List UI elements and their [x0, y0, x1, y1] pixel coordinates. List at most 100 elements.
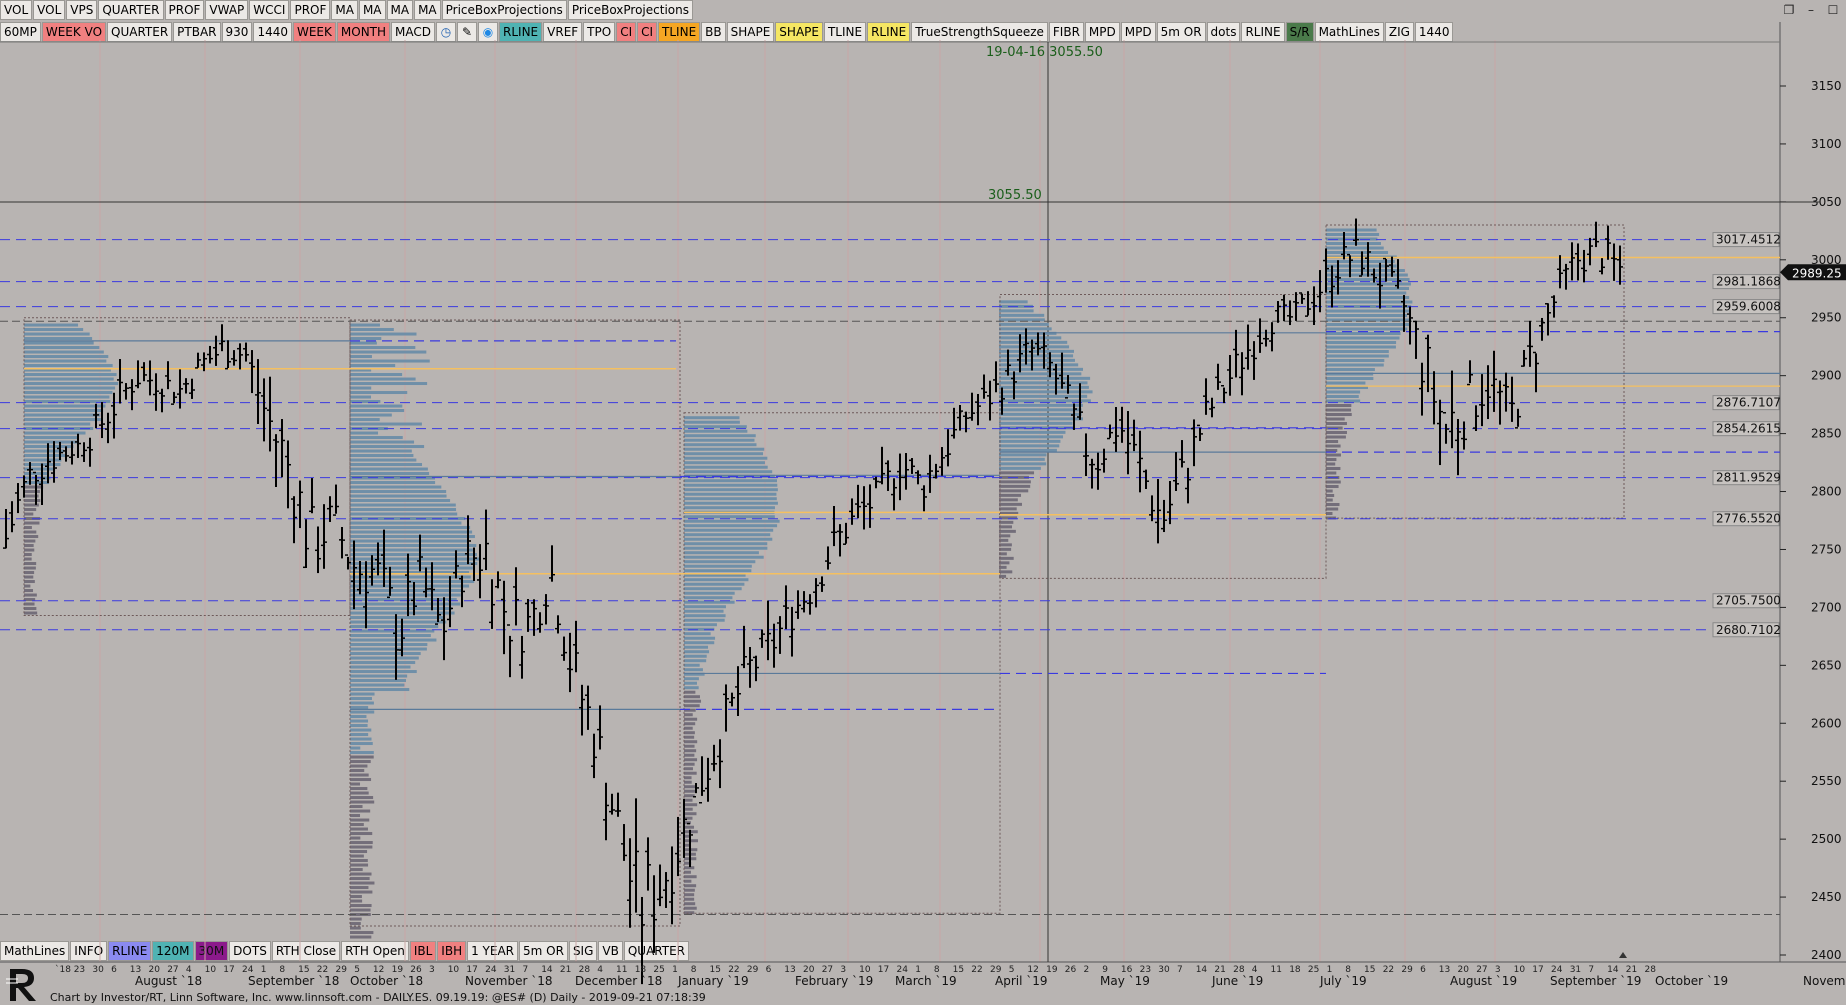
profile-bar — [350, 472, 429, 475]
profile-bar — [350, 652, 421, 655]
profile-bar — [684, 722, 695, 725]
profile-bar — [24, 333, 90, 336]
profile-bar — [350, 508, 456, 511]
ohlc-bar — [975, 394, 981, 425]
day-tick-label: 6 — [111, 965, 117, 975]
ohlc-bar — [297, 481, 303, 528]
profile-bar — [684, 430, 747, 433]
profile-bar — [684, 538, 772, 541]
profile-bar — [684, 812, 696, 815]
price-tick-label: 2450 — [1811, 890, 1842, 904]
profile-bar — [1326, 242, 1381, 245]
ohlc-bar — [1419, 363, 1425, 416]
profile-bar — [999, 561, 1009, 564]
profile-bar — [350, 877, 370, 880]
ohlc-bar — [153, 373, 159, 411]
ohlc-bar — [561, 637, 567, 661]
profile-bar — [684, 502, 778, 505]
price-tick-label: 2500 — [1811, 832, 1842, 846]
ohlc-bar — [303, 519, 309, 568]
profile-bar — [350, 706, 368, 709]
ohlc-bar — [957, 405, 963, 431]
profile-bar — [350, 351, 426, 354]
profile-bar — [684, 515, 775, 518]
ohlc-bar — [519, 636, 525, 679]
level-label: 2981.1868 — [1716, 275, 1781, 289]
profile-bar — [684, 556, 764, 559]
day-tick-label: 29 — [1401, 965, 1413, 975]
profile-bar — [684, 470, 772, 473]
profile-bar — [1326, 440, 1338, 443]
ohlc-bar — [1431, 371, 1437, 424]
level-label: 2776.5520 — [1716, 512, 1781, 526]
month-label: September `19 — [1550, 974, 1641, 988]
investor-rt-logo — [4, 965, 46, 1003]
profile-bar — [1326, 454, 1341, 457]
profile-bar — [24, 328, 83, 331]
profile-bar — [999, 381, 1088, 384]
profile-bar — [999, 422, 1072, 425]
profile-bar — [684, 637, 715, 640]
cursor-date-label: 19-04-16 3055.50 — [986, 45, 1103, 60]
ohlc-bar — [207, 346, 213, 364]
profile-bar — [350, 625, 438, 628]
volume-profile-q3-2018 — [24, 324, 118, 615]
profile-bar — [350, 418, 380, 421]
ohlc-bar — [1503, 373, 1509, 412]
profile-bar — [1326, 296, 1409, 299]
ohlc-bar — [117, 359, 123, 403]
profile-bar — [1326, 328, 1407, 331]
profile-bar — [1326, 337, 1400, 340]
ohlc-bar — [729, 693, 735, 707]
profile-bar — [684, 893, 694, 896]
profile-bar — [1326, 490, 1333, 493]
profile-bar — [684, 767, 693, 770]
ohlc-bar — [1413, 321, 1419, 359]
price-chart[interactable]: 3150310030503000295029002850280027502700… — [0, 0, 1846, 1005]
ohlc-bar — [141, 362, 147, 381]
profile-bar — [684, 718, 697, 721]
profile-bar — [24, 454, 65, 457]
profile-bar — [684, 529, 773, 532]
profile-bar — [350, 931, 373, 934]
ohlc-bar — [3, 509, 9, 548]
ohlc-bar — [1095, 453, 1101, 490]
ohlc-bar — [159, 389, 165, 413]
ohlc-bar — [927, 455, 933, 493]
ohlc-bar — [579, 685, 585, 736]
profile-bar — [684, 880, 691, 883]
profile-bar — [24, 337, 92, 340]
profile-bar — [350, 409, 404, 412]
ohlc-bar — [903, 453, 909, 490]
profile-bar — [350, 364, 395, 367]
profile-bar — [350, 805, 363, 808]
profile-bar — [350, 576, 471, 579]
profile-bar — [350, 396, 371, 399]
ohlc-bar — [717, 739, 723, 788]
profile-bar — [24, 549, 34, 552]
ohlc-bar — [753, 656, 759, 681]
profile-bar — [350, 580, 474, 583]
profile-bar — [684, 677, 699, 680]
profile-bar — [1326, 422, 1347, 425]
ohlc-bar — [1215, 364, 1221, 390]
profile-bar — [350, 774, 369, 777]
month-label: December `18 — [575, 974, 662, 988]
month-label: October `18 — [350, 974, 423, 988]
ohlc-bar — [261, 378, 267, 441]
profile-bar — [1326, 382, 1365, 385]
ohlc-bar — [129, 379, 135, 410]
profile-bar — [350, 792, 369, 795]
profile-bar — [24, 396, 109, 399]
profile-bar — [684, 497, 777, 500]
profile-bar — [1326, 395, 1359, 398]
ohlc-bar — [795, 590, 801, 619]
volume-profile-q2-2019 — [999, 300, 1093, 578]
ohlc-bar — [597, 705, 603, 749]
profile-bar — [684, 596, 732, 599]
profile-bar — [350, 882, 374, 885]
profile-bar — [684, 884, 696, 887]
ohlc-bar — [1353, 219, 1359, 246]
profile-bar — [684, 421, 740, 424]
price-tick-label: 2750 — [1811, 542, 1842, 556]
